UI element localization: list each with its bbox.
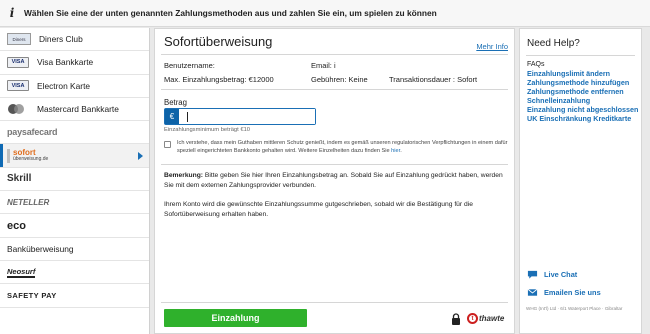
help-link-deposit-incomplete[interactable]: Einzahlung nicht abgeschlossen [527,105,639,114]
payment-method-label: Visa Bankkarte [37,57,94,68]
consent-text-body: Ich verstehe, dass mein Guthaben mittler… [177,140,508,154]
currency-symbol: € [165,109,179,124]
amount-input[interactable] [179,109,315,124]
payment-method-label: Electron Karte [37,80,91,91]
sofort-logo: sofort überweisung.de [7,148,49,163]
email-us-label: Emailen Sie uns [544,288,601,297]
consent-text: Ich verstehe, dass mein Guthaben mittler… [177,140,508,154]
help-title: Need Help? [527,38,580,49]
eco-logo: eco [7,219,26,232]
help-panel: Need Help? FAQs Einzahlungslimit ändern … [519,28,642,334]
email-label: Email: i [311,61,336,70]
payment-method-diners-club[interactable]: Diners Diners Club [0,28,149,52]
consent-link[interactable]: hier [391,148,400,154]
payment-method-safetypay[interactable]: SAFETY PAY [0,284,149,308]
remark-text: Bemerkung: Bitte geben Sie hier Ihren Ei… [164,171,506,190]
payment-method-visa[interactable]: VISA Visa Bankkarte [0,51,149,75]
payment-method-label: Banküberweisung [7,243,74,254]
help-links: FAQs Einzahlungslimit ändern Zahlungsmet… [527,61,639,123]
paysafecard-logo: paysafecard [7,127,58,138]
divider [161,89,508,90]
help-link-deposit-limit[interactable]: Einzahlungslimit ändern [527,69,639,78]
more-info-link[interactable]: Mehr Info [476,42,508,51]
chat-icon [527,270,538,279]
payment-method-sofort[interactable]: sofort überweisung.de [0,144,149,168]
divider [161,302,508,303]
remark-credit-text: Ihrem Konto wird die gewünschte Einzahlu… [164,201,473,218]
payment-method-neosurf[interactable]: Neosurf [0,261,149,285]
payment-method-label: Diners Club [39,34,83,45]
divider [526,55,635,56]
info-message: Wählen Sie eine der unten genannten Zahl… [24,8,437,18]
info-icon: i [9,6,15,20]
neteller-logo: NETELLER [7,197,50,207]
visa-electron-logo: VISA [7,80,29,92]
thawte-text: thawte [479,314,505,323]
remark-heading: Bemerkung: [164,172,204,179]
text-caret [187,112,188,122]
deposit-button[interactable]: Einzahlung [164,309,307,327]
sofort-logo-subtext: überweisung.de [13,156,49,163]
deposit-panel: Sofortüberweisung Mehr Info Benutzername… [154,28,515,334]
payment-method-mastercard[interactable]: Mastercard Bankkarte [0,98,149,122]
help-link-remove-method[interactable]: Zahlungsmethode entfernen [527,87,639,96]
page-title: Sofortüberweisung [164,34,273,49]
lock-icon [452,313,460,325]
neosurf-logo: Neosurf [7,266,36,278]
help-link-uk-credit-card[interactable]: UK Einschränkung Kreditkarte [527,114,639,123]
payment-method-label: Mastercard Bankkarte [37,104,119,115]
help-link-quick-deposit[interactable]: Schnelleinzahlung [527,96,639,105]
safetypay-logo: SAFETY PAY [7,290,57,300]
info-bar: i Wählen Sie eine der unten genannten Za… [0,0,650,27]
fees-info: Gebühren: Keine [311,75,368,84]
help-link-add-method[interactable]: Zahlungsmethode hinzufügen [527,78,639,87]
mastercard-logo [7,103,29,115]
consent-row: Ich verstehe, dass mein Guthaben mittler… [164,140,509,155]
diners-club-logo: Diners [7,33,31,46]
live-chat-label: Live Chat [544,270,578,279]
username-label: Benutzername: [164,61,215,70]
payment-method-paysafecard[interactable]: paysafecard [0,121,149,145]
minimum-deposit-note: Einzahlungsminimum beträgt €10 [164,127,251,133]
email-label-text: Email: [311,61,332,70]
divider [161,54,508,55]
thawte-badge: t thawte [467,313,504,324]
divider [161,164,508,165]
transaction-time-info: Transaktionsdauer : Sofort [389,75,478,84]
max-deposit-info: Max. Einzahlungsbetrag: €12000 [164,75,274,84]
amount-field[interactable]: € [164,108,316,125]
visa-logo: VISA [7,56,29,68]
payment-method-skrill[interactable]: Skrill [0,168,149,192]
faq-label[interactable]: FAQs [527,61,639,68]
company-footer: WHG (Int'l) Ltd · 6/1 Waterport Place · … [526,306,623,311]
payment-method-eco[interactable]: eco [0,214,149,238]
amount-label: Betrag [164,98,187,107]
mail-icon [527,288,538,296]
selected-arrow-icon [138,151,143,160]
email-us-link[interactable]: Emailen Sie uns [527,287,601,298]
thawte-logo-icon: t [467,313,478,324]
remark-body: Bitte geben Sie hier Ihren Einzahlungsbe… [164,172,503,189]
live-chat-link[interactable]: Live Chat [527,269,577,280]
payment-method-bank-transfer[interactable]: Banküberweisung [0,238,149,261]
payment-method-neteller[interactable]: NETELLER [0,191,149,215]
payment-method-visa-electron[interactable]: VISA Electron Karte [0,75,149,98]
email-value: i [333,61,336,70]
consent-checkbox[interactable] [164,141,171,148]
payment-method-list: Diners Diners Club VISA Visa Bankkarte V… [0,28,150,334]
skrill-logo: Skrill [7,173,32,185]
